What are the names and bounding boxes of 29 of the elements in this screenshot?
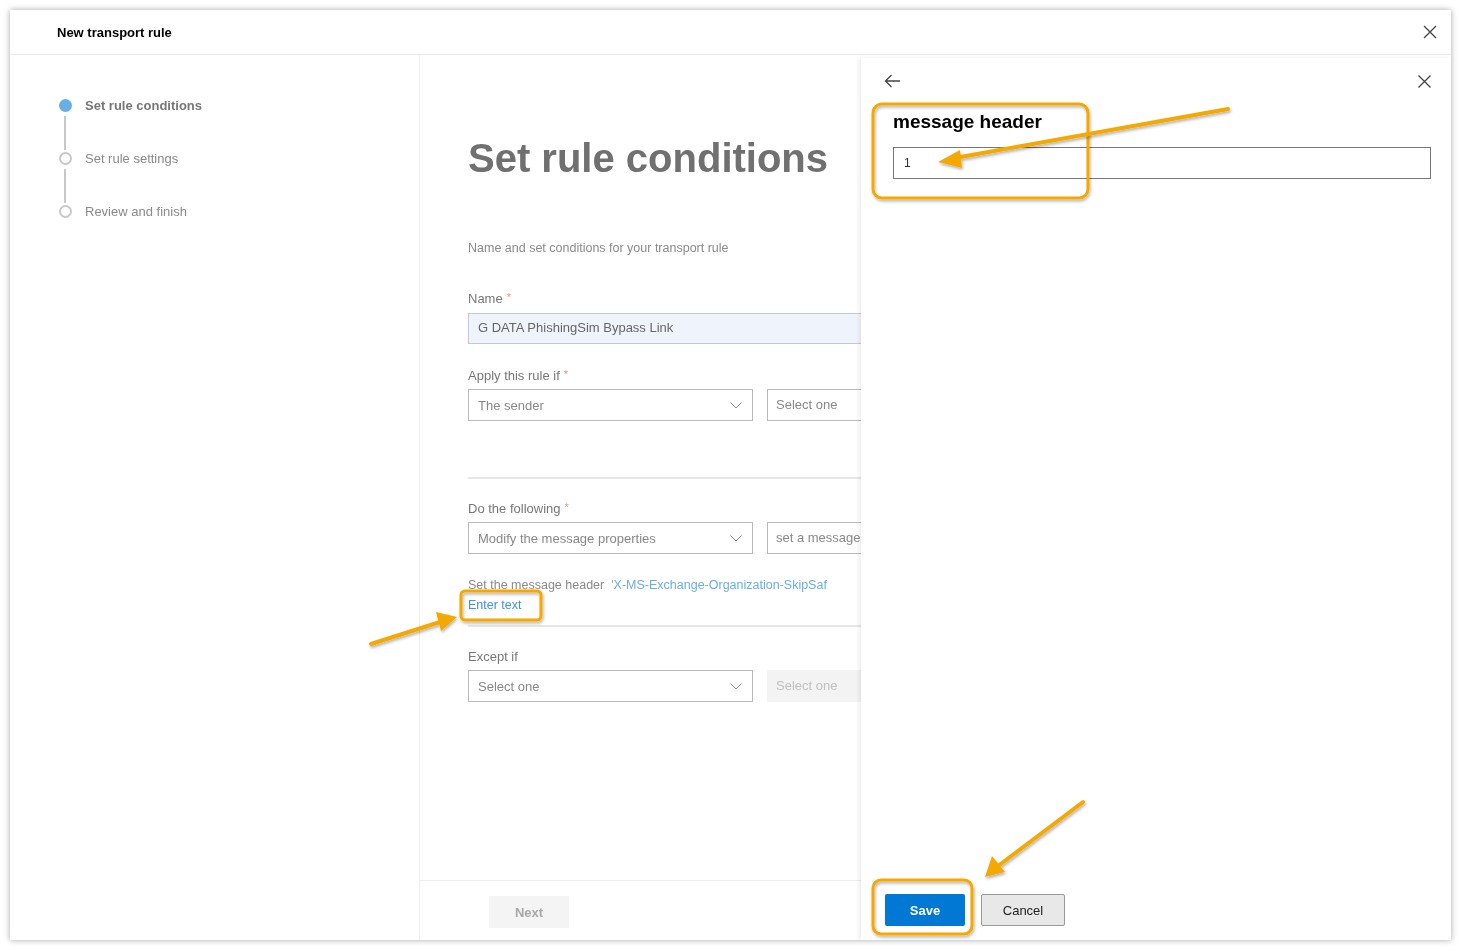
header-value-input[interactable]: 1 [893, 147, 1431, 179]
required-mark: * [564, 501, 569, 515]
chevron-down-icon [730, 682, 742, 690]
back-arrow-icon[interactable] [884, 74, 901, 88]
header-name-link[interactable]: 'X-MS-Exchange-Organization-SkipSaf [611, 578, 827, 592]
dropdown[interactable]: The sender [468, 389, 753, 421]
chevron-down-icon [730, 401, 742, 409]
step-label[interactable]: Review and finish [85, 205, 187, 219]
field-label: Name [468, 291, 503, 306]
close-icon[interactable] [1423, 25, 1437, 39]
cancel-button[interactable]: Cancel [981, 894, 1065, 926]
window-title: New transport rule [57, 24, 172, 40]
field-label: Apply this rule if [468, 368, 560, 383]
close-icon[interactable] [1418, 74, 1431, 88]
step-label[interactable]: Set rule settings [85, 152, 179, 205]
required-mark: * [506, 291, 511, 305]
required-mark: * [563, 368, 569, 382]
step-label[interactable]: Set rule conditions [85, 99, 202, 152]
field-label: Do the following [468, 501, 561, 516]
dropdown[interactable]: Select one [468, 670, 753, 702]
description-text: Name and set conditions for your transport rule [468, 241, 730, 255]
page-heading: Set rule conditions [468, 135, 829, 182]
enter-text-link[interactable]: Enter text [468, 598, 522, 612]
field-label: Except if [468, 649, 518, 664]
panel-title: message header [893, 111, 1043, 133]
save-button[interactable]: Save [885, 894, 965, 926]
chevron-down-icon [730, 534, 742, 542]
note-text: Set the message header [468, 578, 605, 592]
dropdown[interactable]: Modify the message properties [468, 522, 753, 554]
